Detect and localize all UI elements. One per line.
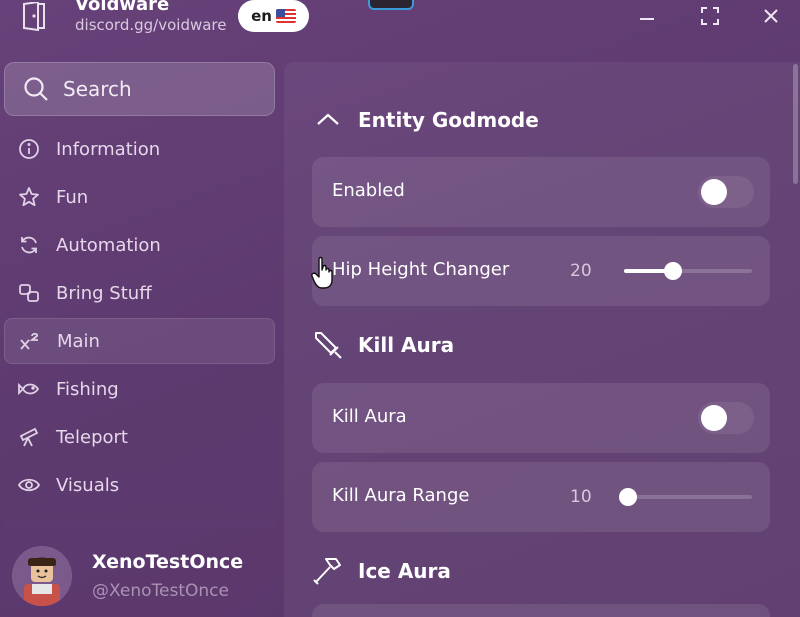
- app-title: Voidware: [75, 0, 170, 15]
- sidebar-item-label: Automation: [56, 234, 161, 256]
- door-logo-icon: [23, 2, 45, 32]
- section-header-kill-aura[interactable]: Kill Aura: [312, 325, 454, 365]
- setting-card-kill-aura-range: Kill Aura Range 10: [312, 462, 770, 532]
- telescope-icon: [18, 426, 40, 448]
- section-title: Kill Aura: [358, 333, 455, 357]
- setting-card-enabled: Enabled: [312, 157, 770, 227]
- title-bar: Voidware discord.gg/voidware en: [0, 0, 800, 50]
- section-header-entity-godmode[interactable]: Entity Godmode: [312, 100, 539, 140]
- enabled-toggle[interactable]: [698, 176, 754, 208]
- us-flag-icon: [275, 9, 296, 23]
- sidebar-item-automation[interactable]: Automation: [4, 222, 275, 268]
- avatar: [12, 546, 72, 606]
- setting-label: Hip Height Changer: [332, 259, 510, 280]
- maximize-icon: [701, 7, 719, 25]
- minimize-button[interactable]: [634, 3, 660, 29]
- star-icon: [18, 186, 40, 208]
- kill-aura-range-slider-track[interactable]: [624, 495, 752, 499]
- sidebar-item-information[interactable]: Information: [4, 126, 275, 172]
- setting-card-ice-aura: [312, 604, 770, 617]
- sidebar-item-fishing[interactable]: Fishing: [4, 366, 275, 412]
- minimize-icon: [640, 18, 654, 20]
- sidebar-item-main[interactable]: Main: [4, 318, 275, 364]
- superscript-icon: [19, 330, 41, 352]
- kill-aura-toggle[interactable]: [698, 402, 754, 434]
- hand-cursor-icon: [311, 256, 333, 289]
- eye-icon: [18, 474, 40, 496]
- bring-icon: [18, 282, 40, 304]
- section-title: Ice Aura: [358, 559, 451, 583]
- sidebar-nav: Information Fun Automation Bring Stuff M…: [4, 126, 275, 528]
- close-icon: [764, 9, 778, 23]
- search-placeholder: Search: [63, 77, 132, 101]
- setting-card-hip-height: Hip Height Changer 20: [312, 236, 770, 306]
- profile-handle: @XenoTestOnce: [92, 581, 229, 601]
- sidebar-item-label: Fishing: [56, 378, 119, 400]
- sidebar-item-label: Teleport: [56, 426, 128, 448]
- chevron-up-icon: [317, 113, 339, 125]
- setting-label: Kill Aura Range: [332, 485, 470, 506]
- app-window: Voidware discord.gg/voidware en Search I…: [0, 0, 800, 617]
- setting-label: Kill Aura: [332, 406, 407, 427]
- slider-value: 20: [570, 261, 592, 281]
- sidebar-item-label: Information: [56, 138, 161, 160]
- search-icon: [24, 77, 48, 101]
- fish-icon: [18, 378, 40, 400]
- refresh-icon: [18, 234, 40, 256]
- sidebar-item-visuals[interactable]: Visuals: [4, 462, 275, 508]
- kill-aura-range-slider-handle[interactable]: [619, 488, 637, 506]
- content-scrollbar[interactable]: [793, 64, 798, 184]
- sidebar-item-label: Fun: [56, 186, 89, 208]
- maximize-button[interactable]: [697, 3, 723, 29]
- sidebar-item-label: Bring Stuff: [56, 282, 152, 304]
- sidebar-item-label: Main: [57, 330, 100, 352]
- setting-card-kill-aura: Kill Aura: [312, 383, 770, 453]
- setting-label: Enabled: [332, 180, 405, 201]
- slider-value: 10: [570, 487, 592, 507]
- toggle-knob: [701, 179, 727, 205]
- sidebar-item-teleport[interactable]: Teleport: [4, 414, 275, 460]
- section-header-ice-aura[interactable]: Ice Aura: [312, 551, 451, 591]
- user-profile[interactable]: XenoTestOnce @XenoTestOnce: [12, 546, 282, 608]
- toggle-knob: [701, 405, 727, 431]
- hammer-icon: [313, 558, 341, 585]
- language-selector[interactable]: en: [238, 0, 309, 32]
- sidebar-item-label: Visuals: [56, 474, 120, 496]
- profile-name: XenoTestOnce: [92, 551, 244, 573]
- top-toolbar-button[interactable]: [368, 0, 414, 10]
- search-box[interactable]: Search: [4, 62, 275, 116]
- app-subtitle: discord.gg/voidware: [75, 16, 227, 34]
- sidebar-item-fun[interactable]: Fun: [4, 174, 275, 220]
- sword-icon: [315, 332, 342, 359]
- language-label: en: [251, 7, 272, 25]
- close-button[interactable]: [758, 3, 784, 29]
- hip-height-slider-handle[interactable]: [663, 262, 682, 280]
- sidebar-item-bring-stuff[interactable]: Bring Stuff: [4, 270, 275, 316]
- section-title: Entity Godmode: [358, 108, 539, 132]
- info-icon: [18, 138, 40, 160]
